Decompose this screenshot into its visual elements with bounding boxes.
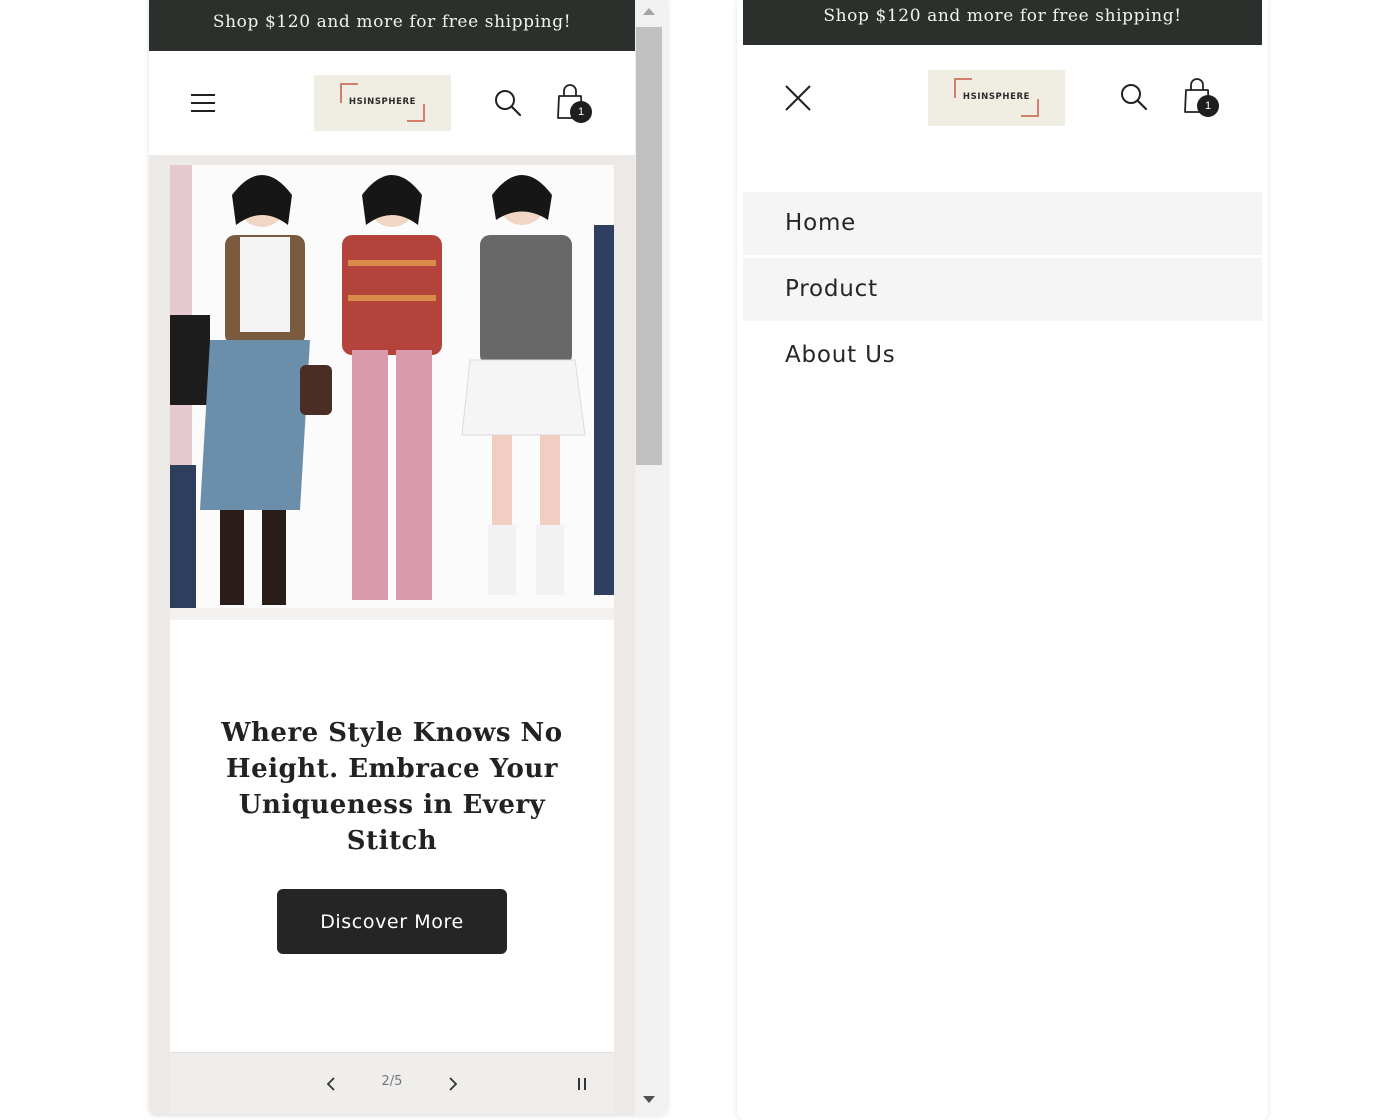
next-slide-icon[interactable] <box>440 1072 464 1096</box>
menu-item-product[interactable]: Product <box>743 258 1262 321</box>
hamburger-menu-icon[interactable] <box>189 89 217 117</box>
drawer-menu: Home Product About Us <box>743 192 1262 390</box>
mobile-menu-screen: Shop $120 and more for free shipping! HS… <box>737 0 1268 1120</box>
hero-slide: Where Style Knows No Height. Embrace You… <box>170 165 614 1063</box>
previous-slide-icon[interactable] <box>320 1072 344 1096</box>
cart-count-badge: 1 <box>1197 95 1219 117</box>
announcement-bar: Shop $120 and more for free shipping! <box>149 0 635 51</box>
logo-corner-bottom <box>407 104 425 122</box>
logo-text: HSINSPHERE <box>962 92 1031 102</box>
discover-more-button[interactable]: Discover More <box>277 889 507 954</box>
menu-item-home[interactable]: Home <box>743 192 1262 255</box>
close-menu-icon[interactable] <box>783 83 813 113</box>
slideshow-controls: 2/5 <box>170 1052 614 1114</box>
logo-corner-bottom <box>1021 99 1039 117</box>
page-scrollbar[interactable] <box>635 0 668 1116</box>
pause-slideshow-icon[interactable] <box>570 1072 594 1096</box>
cart-count-badge: 1 <box>570 101 592 123</box>
menu-item-about-us[interactable]: About Us <box>743 324 1262 387</box>
brand-logo[interactable]: HSINSPHERE <box>314 75 451 131</box>
menu-drawer-page: Shop $120 and more for free shipping! HS… <box>743 0 1262 1120</box>
mobile-home-screen: Shop $120 and more for free shipping! HS… <box>149 0 668 1116</box>
hero-slideshow: Where Style Knows No Height. Embrace You… <box>149 155 635 1116</box>
scrollbar-thumb[interactable] <box>636 27 662 465</box>
brand-logo[interactable]: HSINSPHERE <box>928 70 1065 126</box>
cart-icon[interactable]: 1 <box>552 81 592 125</box>
search-icon[interactable] <box>1119 82 1149 112</box>
site-header: HSINSPHERE 1 <box>149 51 635 155</box>
cart-icon[interactable]: 1 <box>1179 75 1219 119</box>
scroll-up-arrow-icon[interactable] <box>643 8 655 15</box>
slide-counter: 2/5 <box>381 1074 403 1089</box>
search-icon[interactable] <box>493 88 523 118</box>
hero-heading: Where Style Knows No Height. Embrace You… <box>221 718 563 856</box>
site-header: HSINSPHERE 1 <box>743 45 1262 192</box>
home-page: Shop $120 and more for free shipping! HS… <box>149 0 635 1116</box>
logo-text: HSINSPHERE <box>348 97 417 107</box>
image-divider <box>170 608 614 620</box>
hero-image <box>170 165 614 608</box>
announcement-bar: Shop $120 and more for free shipping! <box>743 0 1262 45</box>
scroll-down-arrow-icon[interactable] <box>643 1096 655 1103</box>
